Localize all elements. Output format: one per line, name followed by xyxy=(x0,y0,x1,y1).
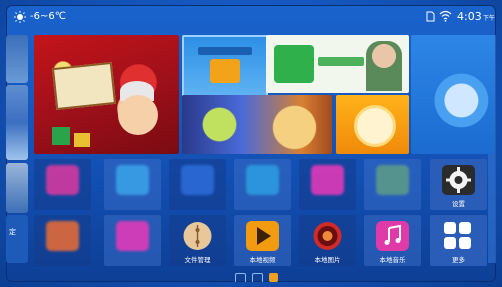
promo-tile-blue[interactable] xyxy=(182,35,268,97)
app-tile[interactable] xyxy=(299,159,356,210)
app-tile[interactable] xyxy=(169,159,226,210)
file-manager-tile[interactable]: 文件管理 xyxy=(169,215,226,266)
grid-cell xyxy=(444,222,456,234)
game-app-icon xyxy=(46,165,79,195)
sun-icon xyxy=(14,11,26,23)
christmas-banner[interactable] xyxy=(34,35,179,154)
video-app-icon xyxy=(181,165,214,195)
promo-logo xyxy=(274,45,314,83)
clock-time: 4:03 xyxy=(457,10,482,23)
settings-tile[interactable]: 设置 xyxy=(430,159,487,210)
app-icon xyxy=(376,165,409,195)
photo-icon xyxy=(313,222,342,250)
banner-sign xyxy=(51,61,117,111)
sd-card-icon xyxy=(426,11,435,22)
app-label: 本地音乐 xyxy=(379,256,406,264)
edge-tile[interactable] xyxy=(6,163,28,213)
bottom-dock xyxy=(6,272,496,282)
badge-icon xyxy=(354,105,396,147)
calendar-icon[interactable] xyxy=(269,273,278,282)
app-icon xyxy=(116,165,149,195)
app-label: 文件管理 xyxy=(184,256,211,264)
gift-box xyxy=(52,127,70,145)
app-label: 本地图片 xyxy=(314,256,341,264)
app-tile[interactable] xyxy=(34,159,91,210)
promo-tile-pattern[interactable] xyxy=(411,35,495,154)
edge-tile[interactable] xyxy=(6,35,28,83)
store-icon[interactable] xyxy=(252,273,263,282)
local-photo-tile[interactable]: 本地图片 xyxy=(299,215,356,266)
gear-icon xyxy=(442,165,475,195)
play-icon xyxy=(246,221,279,251)
app-icon xyxy=(116,221,149,251)
music-note-icon xyxy=(376,221,409,251)
grid-cell xyxy=(444,237,456,249)
launcher-screen: -6~6℃ 4:03 下午 定 设置 文件管理 本地视频 本地图片 本地音乐 更… xyxy=(6,5,496,282)
promo-person xyxy=(366,41,402,91)
local-music-tile[interactable]: 本地音乐 xyxy=(364,215,421,266)
wifi-icon xyxy=(439,10,452,22)
music-app-icon xyxy=(311,165,344,195)
more-grid-icon xyxy=(442,221,475,251)
grid-cell xyxy=(459,237,471,249)
game-banner[interactable] xyxy=(182,95,332,154)
home-icon[interactable] xyxy=(235,273,246,282)
edge-tile-label: 定 xyxy=(9,228,16,236)
app-label: 本地视频 xyxy=(249,256,276,264)
promo-tile-orange[interactable] xyxy=(336,95,409,154)
settings-label: 设置 xyxy=(452,200,465,208)
more-tile[interactable]: 更多 xyxy=(430,215,487,266)
gift-box xyxy=(74,133,90,147)
santa-face xyxy=(118,95,158,135)
clock-ampm: 下午 xyxy=(483,15,496,22)
local-video-tile[interactable]: 本地视频 xyxy=(234,215,291,266)
app-tile[interactable] xyxy=(104,215,161,266)
edge-tile[interactable] xyxy=(6,215,28,263)
app-tile[interactable] xyxy=(364,159,421,210)
game-app-icon xyxy=(46,221,79,251)
file-manager-icon xyxy=(183,222,212,250)
more-label: 更多 xyxy=(452,256,465,264)
app-tile[interactable] xyxy=(104,159,161,210)
edge-tile[interactable] xyxy=(6,85,28,160)
promo-title-bar xyxy=(198,47,252,55)
app-tile[interactable] xyxy=(34,215,91,266)
status-bar: -6~6℃ 4:03 下午 xyxy=(6,5,496,29)
temperature-label: -6~6℃ xyxy=(30,11,66,22)
promo-text-block xyxy=(318,57,364,66)
promo-box-icon xyxy=(210,59,240,83)
app-tile[interactable] xyxy=(234,159,291,210)
promo-tile-green[interactable] xyxy=(266,35,409,93)
game-app-icon xyxy=(246,165,279,195)
grid-cell xyxy=(459,222,471,234)
